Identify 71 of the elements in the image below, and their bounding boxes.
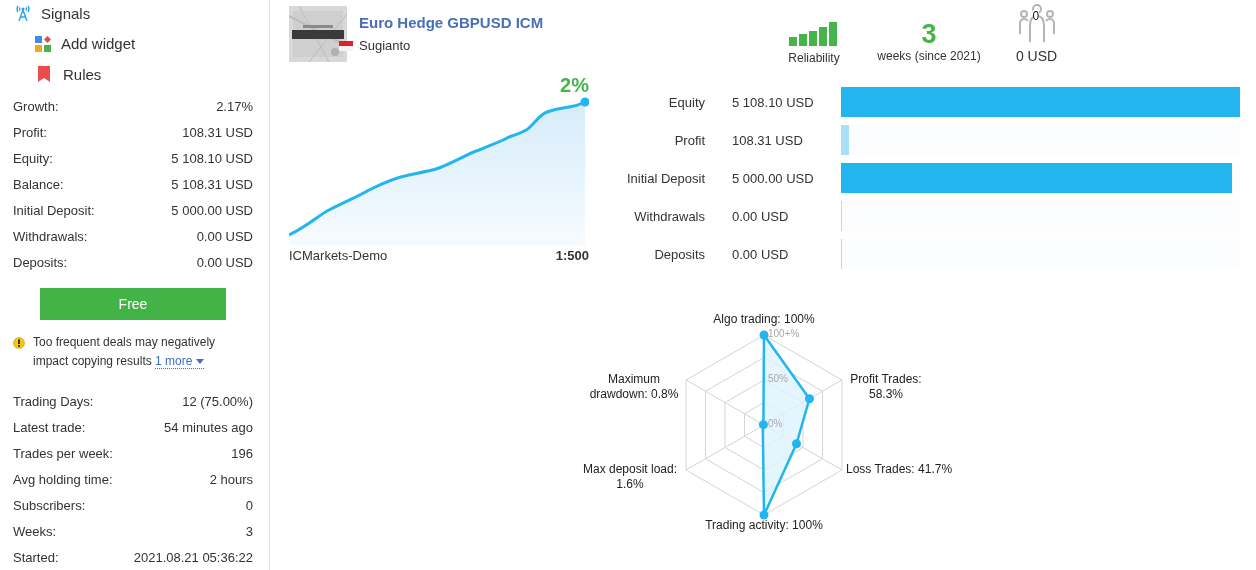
stat-label: Profit: — [13, 125, 47, 140]
subscriber-funds: 0 USD — [1015, 48, 1058, 64]
stat-label: Started: — [13, 549, 59, 565]
radar-label: Profit Trades: 58.3% — [849, 372, 923, 402]
caret-icon — [196, 359, 205, 365]
stat-label: Deposits: — [13, 255, 68, 270]
balance-value: 108.31 USD — [732, 132, 804, 148]
stat-value: 0.00 USD — [196, 255, 253, 270]
radar-label: Loss Trades: 41.7% — [846, 462, 953, 477]
bookmark-icon — [38, 66, 50, 83]
balance-label: Initial Deposit — [625, 170, 705, 186]
radar-label: Maximum drawdown: 0.8% — [588, 372, 680, 402]
balance-label: Equity — [667, 94, 705, 110]
growth-value: 2% — [560, 74, 589, 97]
stat-label: Avg holding time: — [13, 471, 113, 487]
reliability-label: Reliability — [788, 51, 840, 65]
stat-value: 5 108.31 USD — [171, 177, 253, 192]
stat-value: 5 108.10 USD — [171, 151, 253, 166]
stat-value: 108.31 USD — [182, 125, 253, 140]
stat-label: Trades per week: — [13, 445, 113, 461]
weeks-count: 3 — [921, 19, 937, 49]
warning-icon — [13, 337, 25, 349]
stat-value: 5 000.00 USD — [171, 203, 253, 218]
signal-title[interactable]: Euro Hedge GBPUSD ICM — [359, 14, 544, 31]
stat-value: 196 — [231, 445, 253, 461]
balance-label: Deposits — [653, 246, 705, 262]
antenna-icon — [15, 4, 31, 23]
radar-label: Trading activity: 100% — [705, 518, 823, 533]
radar-label: Algo trading: 100% — [713, 312, 815, 327]
stat-label: Initial Deposit: — [13, 203, 95, 218]
nav-link[interactable]: Rules — [13, 59, 253, 90]
weeks-label: weeks (since 2021) — [877, 49, 981, 63]
server-name: ICMarkets-Demo — [289, 248, 388, 263]
flag-icon — [339, 40, 353, 51]
balance-value: 5 000.00 USD — [732, 170, 815, 186]
radar-tick: 50% — [768, 373, 788, 384]
stat-label: Weeks: — [13, 523, 57, 539]
stat-label: Growth: — [13, 99, 59, 114]
stat-label: Equity: — [13, 151, 53, 166]
more-link[interactable]: 1 more — [155, 354, 205, 369]
stat-label: Latest trade: — [13, 419, 86, 435]
nav-link[interactable]: Add widget — [13, 28, 253, 59]
people-icon — [1016, 4, 1057, 44]
radar-label: Max deposit load: 1.6% — [581, 462, 679, 492]
stat-label: Subscribers: — [13, 497, 86, 513]
radar-tick: 100+% — [768, 328, 800, 339]
author-name: Sugianto — [359, 38, 411, 53]
stat-value: 54 minutes ago — [164, 419, 253, 435]
widget-icon — [35, 35, 51, 52]
balance-label: Profit — [673, 132, 705, 148]
nav-link[interactable]: Signals — [13, 0, 253, 29]
stat-label: Balance: — [13, 177, 64, 192]
stat-value: 2.17% — [216, 99, 253, 114]
stat-value: 3 — [245, 523, 253, 539]
balance-value: 5 108.10 USD — [732, 94, 815, 110]
leverage: 1:500 — [555, 248, 589, 263]
stat-value: 0.00 USD — [196, 229, 253, 244]
warning-text: Too frequent deals may negatively impact copying results 1 more — [33, 334, 217, 371]
radar-tick: 0% — [768, 418, 783, 429]
balance-value: 0.00 USD — [732, 246, 790, 262]
balance-value: 0.00 USD — [732, 208, 790, 224]
balance-label: Withdrawals — [633, 208, 705, 224]
subscriber-count: 0 — [1032, 10, 1040, 22]
stat-value: 12 (75.00%) — [182, 393, 253, 409]
stat-label: Trading Days: — [13, 393, 94, 409]
reliability-icon — [789, 22, 839, 46]
radar-point — [792, 439, 801, 449]
stat-value: 2 hours — [209, 471, 253, 487]
stat-value: 2021.08.21 05:36:22 — [133, 549, 253, 565]
stat-label: Withdrawals: — [13, 229, 88, 244]
stat-value: 0 — [245, 497, 253, 513]
